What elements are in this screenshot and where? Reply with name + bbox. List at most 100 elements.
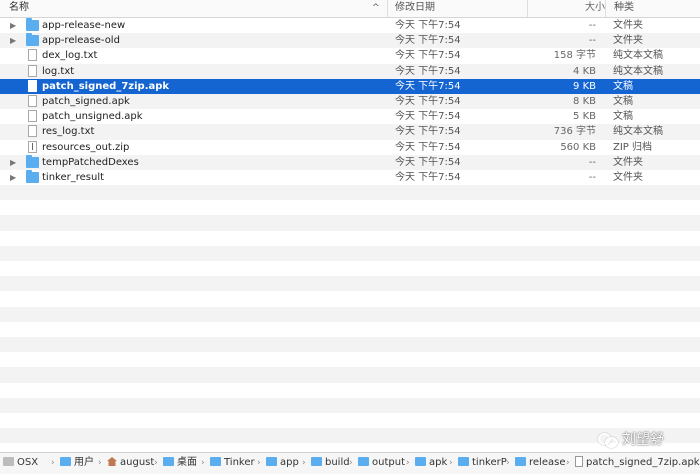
empty-row	[0, 382, 700, 398]
file-date: 今天 下午7:54	[395, 65, 461, 77]
path-crumb[interactable]: tinkerP	[458, 453, 507, 473]
document-icon	[28, 110, 37, 123]
file-kind: 纯文本文稿	[613, 126, 663, 138]
sort-ascending-icon: ^	[372, 3, 380, 13]
file-row[interactable]: ▶ tinker_result 今天 下午7:54 -- 文件夹	[0, 169, 700, 185]
path-crumb[interactable]: build	[311, 453, 350, 473]
folder-icon	[458, 457, 469, 466]
file-date: 今天 下午7:54	[395, 35, 461, 47]
column-kind-label: 种类	[614, 2, 634, 13]
file-size: 560 KB	[560, 141, 596, 153]
folder-icon	[266, 457, 277, 466]
path-separator-icon: ›	[302, 458, 306, 468]
empty-row	[0, 185, 700, 201]
file-row[interactable]: dex_log.txt 今天 下午7:54 158 字节 纯文本文稿	[0, 48, 700, 63]
zip-file-icon	[28, 140, 37, 153]
empty-row	[0, 397, 700, 413]
folder-icon	[415, 457, 426, 466]
empty-row	[0, 336, 700, 353]
empty-row	[0, 200, 700, 216]
file-size: 5 KB	[573, 111, 596, 123]
column-size-header[interactable]: 大小	[528, 0, 606, 17]
file-size: --	[588, 20, 596, 31]
path-crumb[interactable]: output	[358, 453, 405, 473]
file-row[interactable]: res_log.txt 今天 下午7:54 736 字节 纯文本文稿	[0, 124, 700, 140]
file-size: --	[588, 156, 596, 168]
path-crumb[interactable]: patch_signed_7zip.apk	[575, 453, 700, 473]
file-date: 今天 下午7:54	[395, 171, 461, 183]
file-kind: 文稿	[613, 95, 633, 107]
watermark: 刘望舒	[598, 431, 664, 449]
disclosure-triangle-icon[interactable]: ▶	[10, 18, 18, 33]
folder-icon	[163, 457, 174, 466]
path-crumb[interactable]: 桌面	[163, 453, 197, 473]
file-size: --	[588, 35, 596, 47]
file-size: 4 KB	[573, 65, 596, 77]
file-name: patch_unsigned.apk	[42, 111, 143, 123]
empty-row	[0, 412, 700, 429]
column-date-header[interactable]: 修改日期	[388, 0, 528, 17]
path-separator-icon: ›	[566, 458, 570, 468]
empty-row	[0, 367, 700, 383]
column-kind-header[interactable]: 种类	[606, 0, 700, 17]
folder-icon	[26, 33, 39, 47]
path-separator-icon: ›	[201, 458, 205, 468]
path-crumb[interactable]: august	[107, 453, 154, 473]
folder-icon	[515, 457, 526, 466]
file-size: 736 字节	[553, 126, 596, 138]
path-crumb[interactable]: OSX	[3, 453, 38, 473]
path-crumb-label: tinkerP	[472, 457, 507, 468]
empty-row	[0, 321, 700, 337]
path-crumb-label: 桌面	[177, 457, 197, 468]
empty-row	[0, 291, 700, 307]
file-size: 158 字节	[553, 50, 596, 62]
path-separator-icon: ›	[154, 458, 158, 468]
disclosure-triangle-icon[interactable]: ▶	[10, 170, 18, 185]
file-kind: 文件夹	[613, 20, 643, 31]
folder-icon	[358, 457, 369, 466]
file-row[interactable]: resources_out.zip 今天 下午7:54 560 KB ZIP 归档	[0, 140, 700, 155]
path-separator-icon: ›	[257, 458, 261, 468]
path-crumb-label: 用户	[74, 457, 94, 468]
document-icon	[28, 49, 37, 62]
path-crumb-label: app	[280, 457, 299, 468]
file-row[interactable]: patch_signed.apk 今天 下午7:54 8 KB 文稿	[0, 93, 700, 110]
path-crumb-label: release	[529, 457, 566, 468]
file-row[interactable]: patch_signed_7zip.apk 今天 下午7:54 9 KB 文稿	[0, 78, 700, 94]
file-kind: 文件夹	[613, 35, 643, 47]
path-crumb-label: apk	[429, 457, 448, 468]
path-crumb[interactable]: 用户	[60, 453, 94, 473]
file-size: 8 KB	[573, 95, 596, 107]
column-header: 名称 ^ 修改日期 大小 种类	[0, 0, 700, 18]
file-name: app-release-old	[42, 35, 120, 47]
folder-icon	[60, 457, 71, 466]
folder-icon	[26, 154, 39, 168]
disclosure-triangle-icon[interactable]: ▶	[10, 33, 18, 48]
path-bar: OSX › 用户 › august › 桌面 › Tinker › app › build › output…	[0, 452, 700, 474]
wechat-logo-icon	[598, 432, 618, 448]
path-crumb-label: build	[325, 457, 350, 468]
path-crumb[interactable]: apk	[415, 453, 447, 473]
column-size-label: 大小	[585, 2, 605, 13]
path-crumb[interactable]: release	[515, 453, 565, 473]
file-date: 今天 下午7:54	[395, 126, 461, 138]
file-row[interactable]: ▶ app-release-old 今天 下午7:54 -- 文件夹	[0, 33, 700, 49]
file-date: 今天 下午7:54	[395, 50, 461, 62]
disclosure-triangle-icon[interactable]: ▶	[10, 155, 18, 170]
path-crumb[interactable]: Tinker	[210, 453, 255, 473]
file-row[interactable]: log.txt 今天 下午7:54 4 KB 纯文本文稿	[0, 63, 700, 79]
file-row[interactable]: patch_unsigned.apk 今天 下午7:54 5 KB 文稿	[0, 109, 700, 124]
file-date: 今天 下午7:54	[395, 80, 461, 92]
file-row[interactable]: ▶ tempPatchedDexes 今天 下午7:54 -- 文件夹	[0, 154, 700, 170]
empty-row	[0, 261, 700, 277]
empty-row	[0, 428, 700, 444]
file-size: 9 KB	[573, 80, 596, 92]
column-name-header[interactable]: 名称	[0, 0, 388, 17]
file-row[interactable]: ▶ app-release-new 今天 下午7:54 -- 文件夹	[0, 18, 700, 33]
path-crumb-label: patch_signed_7zip.apk	[586, 457, 700, 468]
folder-icon	[26, 169, 39, 183]
empty-row	[0, 306, 700, 322]
path-crumb[interactable]: app	[266, 453, 299, 473]
empty-row	[0, 276, 700, 292]
file-list: ▶ app-release-new 今天 下午7:54 -- 文件夹 ▶ app-relea…	[0, 18, 700, 444]
